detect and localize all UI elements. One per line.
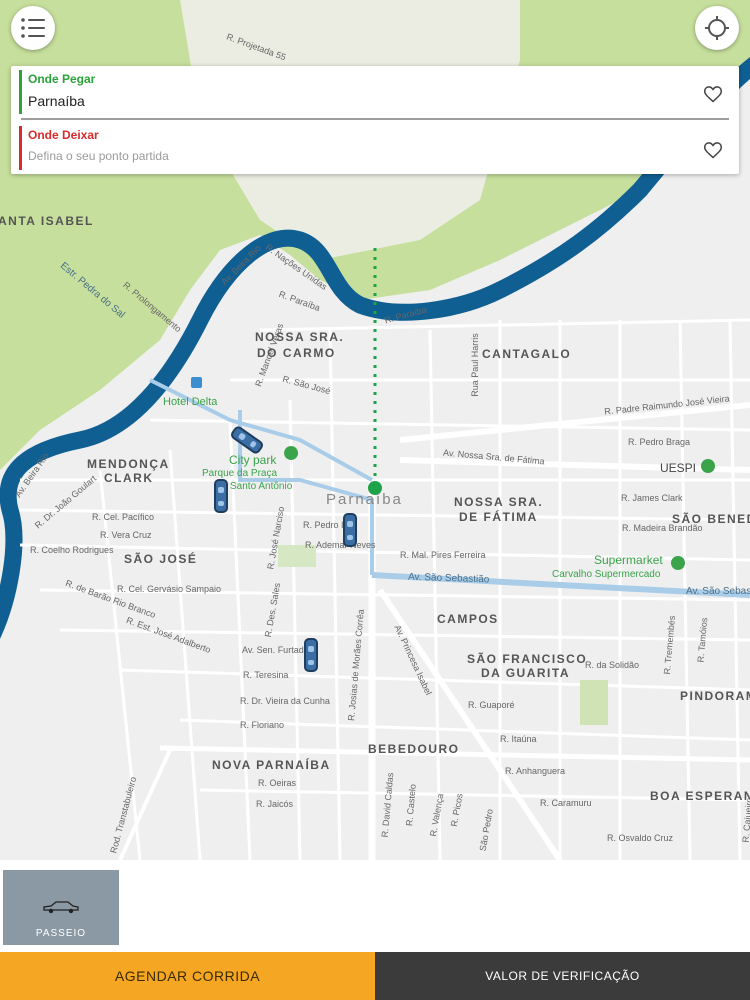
street-label: R. Oeiras	[258, 778, 297, 788]
street-label: R. James Clark	[621, 493, 683, 503]
map-label: CLARK	[104, 471, 154, 485]
street-label: R. Guaporé	[468, 700, 515, 710]
street-label: R. Pedro II	[303, 520, 347, 530]
car-icon[interactable]	[304, 638, 318, 672]
uespi-pin-icon	[701, 459, 715, 473]
street-label: R. Floriano	[240, 720, 285, 730]
place-label: Parque da Praça	[202, 468, 278, 479]
service-option-passeio[interactable]: PASSEIO	[3, 870, 119, 945]
heart-icon[interactable]	[703, 140, 723, 160]
dropoff-field[interactable]: Defina o seu ponto partida	[28, 149, 169, 163]
check-price-button[interactable]: VALOR DE VERIFICAÇÃO	[375, 952, 750, 1000]
map-label: MENDONÇA	[87, 457, 170, 471]
map-label: CANTAGALO	[482, 347, 572, 361]
service-label: PASSEIO	[35, 928, 87, 939]
map-label: SÃO JOSÉ	[124, 552, 198, 566]
map-label: DA GUARITA	[481, 666, 570, 680]
city-label: Parnaíba	[326, 491, 403, 508]
dropoff-label: Onde Deixar	[28, 128, 99, 142]
map-label: NOVA PARNAÍBA	[212, 758, 331, 772]
map-label: SÃO FRANCISCO	[467, 652, 588, 666]
place-label: Carvalho Supermercado	[552, 569, 661, 580]
car-icon	[43, 901, 79, 914]
schedule-ride-button[interactable]: AGENDAR CORRIDA	[0, 952, 375, 1000]
place-label: City park	[229, 453, 277, 467]
car-icon[interactable]	[343, 513, 357, 547]
street-label: R. Osvaldo Cruz	[607, 833, 674, 843]
address-card: Onde Pegar Parnaíba Onde Deixar Defina o…	[11, 66, 739, 174]
street-label: Av. Sen. Furtado	[242, 645, 309, 655]
supermarket-pin-icon	[671, 556, 685, 570]
street-label: R. Madeira Brandão	[622, 523, 703, 533]
place-label: Hotel Delta	[163, 396, 218, 408]
bus-stop-icon	[191, 377, 202, 388]
street-label: R. Cel. Pacífico	[92, 512, 155, 522]
street-label: R. Jaicós	[256, 799, 294, 809]
street-label: Av. São Sebastião	[686, 586, 750, 597]
map-label: DE FÁTIMA	[459, 510, 538, 524]
dropoff-indicator	[19, 126, 22, 170]
car-icon[interactable]	[214, 479, 228, 513]
street-label: R. Pedro Braga	[628, 437, 691, 447]
crosshair-icon	[705, 16, 729, 40]
place-label: Supermarket	[594, 553, 663, 567]
street-label: R. Dr. Vieira da Cunha	[240, 696, 330, 706]
place-label: UESPI	[660, 461, 697, 475]
street-label: R. da Solidão	[585, 660, 640, 670]
street-label: R. Mal. Pires Ferreira	[400, 550, 486, 560]
street-label: R. Itaúna	[500, 734, 537, 744]
street-label: R. Ademar Neves	[305, 540, 376, 550]
map-label: ANTA ISABEL	[0, 214, 94, 228]
street-label: Rua Paul Harris	[469, 333, 480, 397]
map-label: BEBEDOURO	[368, 742, 460, 756]
service-panel: PASSEIO	[0, 860, 750, 952]
heart-icon[interactable]	[703, 84, 723, 104]
street-label: R. Coelho Rodrigues	[30, 545, 114, 555]
pickup-indicator	[19, 70, 22, 114]
street-label: R. Cel. Gervásio Sampaio	[117, 584, 222, 594]
map-label: PINDORAM	[680, 689, 750, 703]
map-label: BOA ESPERANÇ	[650, 789, 750, 803]
street-label: R. Vera Cruz	[100, 530, 152, 540]
divider	[21, 118, 729, 120]
pickup-label: Onde Pegar	[28, 72, 96, 86]
map-label: NOSSA SRA.	[454, 495, 544, 509]
place-label: Santo Antônio	[230, 481, 293, 492]
menu-icon	[21, 18, 45, 38]
map-label: CAMPOS	[437, 612, 499, 626]
pickup-field[interactable]: Parnaíba	[28, 93, 85, 109]
locate-button[interactable]	[695, 6, 739, 50]
park-patch	[580, 680, 608, 725]
menu-button[interactable]	[11, 6, 55, 50]
street-label: R. Anhanguera	[505, 766, 566, 776]
street-label: R. Caramuru	[540, 798, 592, 808]
street-label: R. Teresina	[243, 670, 289, 680]
